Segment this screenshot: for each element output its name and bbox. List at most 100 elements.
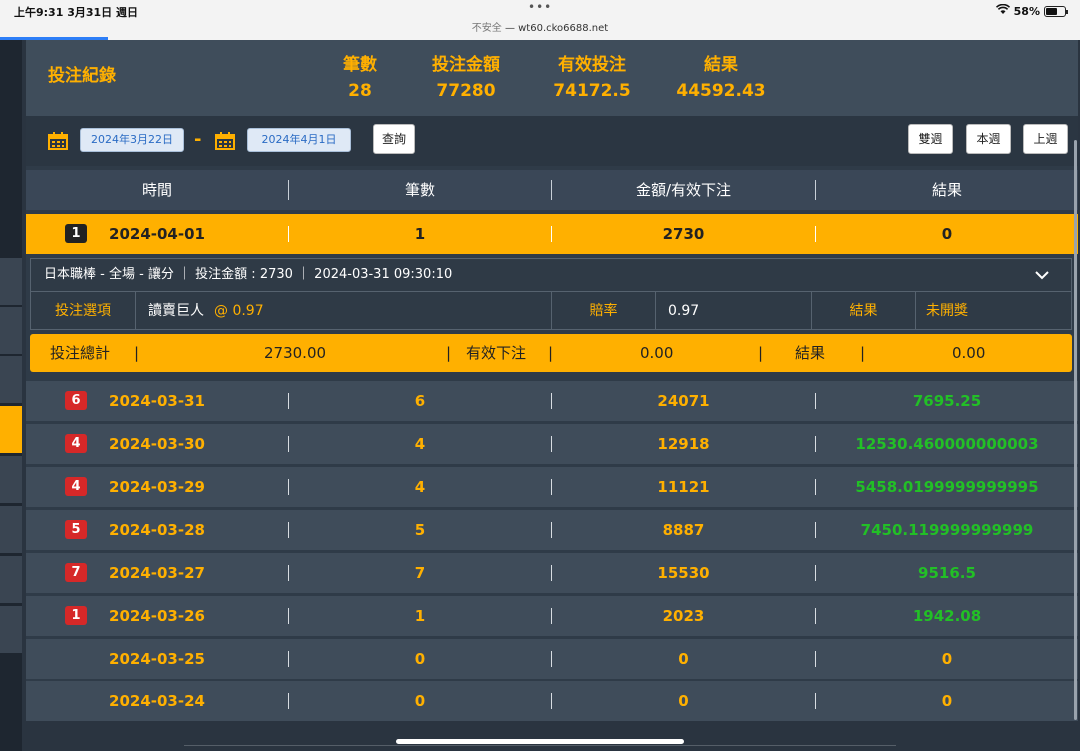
bet-detail-header: 日本職棒 - 全場 - 讓分 ｜ 投注金額 : 2730 ｜ 2024-03-3… [44, 267, 453, 282]
row-count: 6 [414, 392, 426, 410]
row-amount: 0 [678, 650, 689, 668]
row-count: 1 [414, 225, 426, 243]
bet-option-odds: @ 0.97 [214, 303, 264, 319]
row-result: 12530.460000000003 [855, 435, 1039, 453]
detail-result-value: 未開獎 [915, 291, 1071, 329]
bet-total-bar: 投注總計 | 2730.00 | 有效下注 | 0.00 | 結果 | 0.00 [30, 334, 1072, 372]
background-sidebar-item [0, 506, 22, 554]
this-week-button[interactable]: 本週 [966, 124, 1011, 154]
table-row[interactable]: 2024-03-25 0 0 0 [26, 639, 1078, 679]
table-row[interactable]: 7 2024-03-27 7 15530 9516.5 [26, 553, 1078, 593]
row-date: 2024-03-28 [109, 521, 205, 539]
row-result: 0 [941, 225, 953, 243]
column-header-time: 時間 [141, 181, 172, 199]
vertical-scrollbar[interactable] [1074, 140, 1077, 720]
address-bar[interactable]: 不安全 — wt60.cko6688.net [0, 19, 1080, 34]
count-badge: 5 [65, 520, 87, 539]
row-result: 7450.119999999999 [860, 521, 1034, 539]
odds-value: 0.97 [655, 291, 811, 329]
row-result: 1942.08 [912, 607, 982, 625]
background-sidebar [0, 40, 22, 751]
table-header: 時間 筆數 金額/有效下注 結果 [26, 170, 1078, 210]
count-badge: 7 [65, 563, 87, 582]
stat-count: 筆數 28 [320, 50, 400, 101]
row-count: 5 [414, 521, 426, 539]
odds-label: 賠率 [551, 291, 655, 329]
table-row[interactable]: 2024-03-24 0 0 0 [26, 681, 1078, 721]
count-badge: 4 [65, 477, 87, 496]
stat-amount: 投注金額 77280 [411, 50, 521, 101]
two-weeks-button[interactable]: 雙週 [908, 124, 953, 154]
total-divider: | [758, 344, 764, 362]
stat-valid: 有效投注 74172.5 [537, 50, 647, 101]
stat-result-value: 44592.43 [676, 81, 766, 101]
background-sidebar-item [0, 258, 22, 306]
row-amount: 12918 [657, 435, 710, 453]
status-time: 上午9:31 3月31日 週日 [14, 6, 138, 19]
bet-option-team: 讀賣巨人 [148, 303, 204, 319]
date-range-dash: - [194, 129, 202, 150]
row-date: 2024-03-29 [109, 478, 205, 496]
table-row[interactable]: 5 2024-03-28 5 8887 7450.119999999999 [26, 510, 1078, 550]
query-button[interactable]: 查詢 [373, 124, 415, 154]
start-date-input[interactable]: 2024年3月22日 [80, 128, 184, 152]
row-date: 2024-04-01 [109, 225, 205, 243]
row-date: 2024-03-26 [109, 607, 205, 625]
total-amount: 2730.00 [264, 344, 327, 362]
end-date-input[interactable]: 2024年4月1日 [247, 128, 351, 152]
column-header-count: 筆數 [404, 181, 435, 199]
row-amount: 15530 [657, 564, 710, 582]
row-result: 5458.0199999999995 [855, 478, 1039, 496]
row-amount: 24071 [657, 392, 710, 410]
calendar-icon[interactable] [215, 132, 235, 150]
row-result: 7695.25 [912, 392, 982, 410]
row-date: 2024-03-24 [109, 692, 205, 710]
bottom-divider [184, 745, 896, 746]
total-valid-value: 0.00 [640, 344, 674, 362]
row-count: 4 [414, 435, 426, 453]
table-row[interactable]: 1 2024-03-26 1 2023 1942.08 [26, 596, 1078, 636]
table-row[interactable]: 6 2024-03-31 6 24071 7695.25 [26, 381, 1078, 421]
row-amount: 0 [678, 692, 689, 710]
table-row-expanded[interactable]: 1 2024-04-01 1 2730 0 [26, 214, 1078, 254]
stat-valid-value: 74172.5 [553, 81, 631, 101]
total-divider: | [860, 344, 866, 362]
row-count: 0 [414, 692, 426, 710]
status-bar: 上午9:31 3月31日 週日 ••• 不安全 — wt60.cko6688.n… [0, 0, 1080, 40]
total-divider: | [446, 344, 452, 362]
row-date: 2024-03-31 [109, 392, 205, 410]
home-indicator[interactable] [396, 739, 684, 744]
row-result: 0 [941, 692, 953, 710]
row-count: 0 [414, 650, 426, 668]
wifi-icon [995, 3, 1010, 18]
column-header-result: 結果 [931, 181, 962, 199]
row-date: 2024-03-25 [109, 650, 205, 668]
column-header-amount: 金額/有效下注 [635, 181, 732, 199]
battery-percent: 58% [1013, 4, 1040, 18]
row-count: 1 [414, 607, 426, 625]
row-amount: 8887 [662, 521, 705, 539]
chevron-down-icon[interactable] [1035, 265, 1049, 284]
tab-menu-dots[interactable]: ••• [528, 0, 552, 14]
battery-icon [1044, 5, 1068, 17]
count-badge: 4 [65, 434, 87, 453]
count-badge: 6 [65, 391, 87, 410]
bet-option-value: 讀賣巨人 @ 0.97 [135, 291, 551, 329]
total-result-value: 0.00 [952, 344, 986, 362]
row-count: 4 [414, 478, 426, 496]
background-sidebar-item [0, 456, 22, 504]
status-indicators: 58% [995, 3, 1068, 18]
table-row[interactable]: 4 2024-03-29 4 11121 5458.0199999999995 [26, 467, 1078, 507]
table-row[interactable]: 4 2024-03-30 4 12918 12530.460000000003 [26, 424, 1078, 464]
stat-result: 結果 44592.43 [661, 50, 781, 101]
last-week-button[interactable]: 上週 [1023, 124, 1068, 154]
row-amount: 2730 [662, 225, 705, 243]
total-label: 投注總計 [50, 344, 111, 362]
stat-count-value: 28 [348, 81, 372, 101]
total-result-label: 結果 [795, 344, 826, 362]
background-sidebar-item [0, 356, 22, 404]
background-sidebar-item [0, 606, 22, 654]
bet-detail: 日本職棒 - 全場 - 讓分 ｜ 投注金額 : 2730 ｜ 2024-03-3… [30, 258, 1072, 330]
stat-amount-label: 投注金額 [432, 55, 500, 75]
calendar-icon[interactable] [48, 132, 68, 150]
